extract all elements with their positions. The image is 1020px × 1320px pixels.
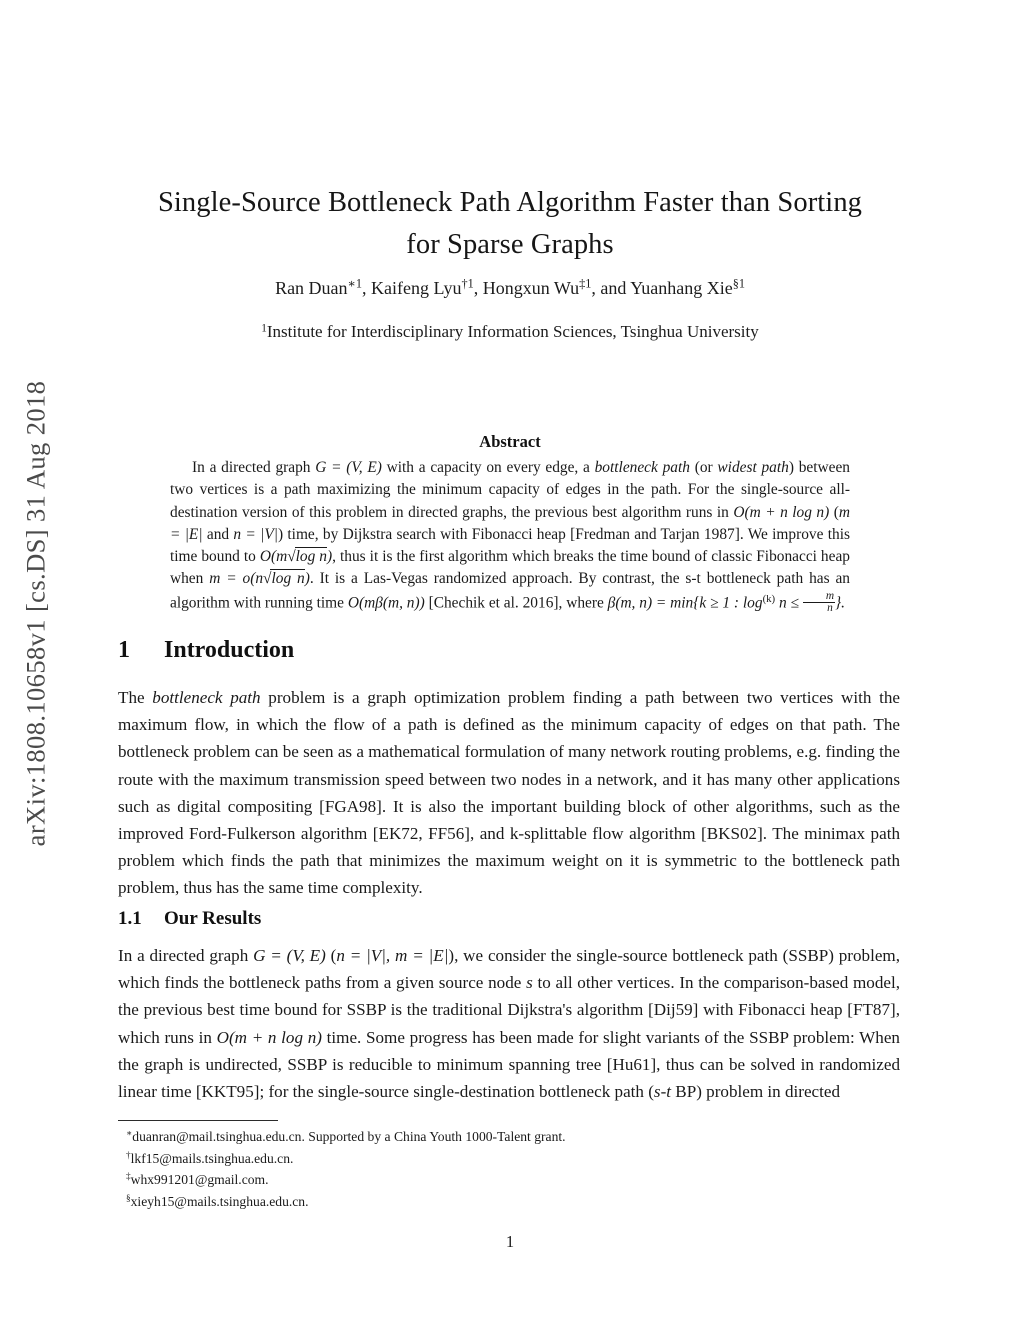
section-heading-introduction: 1 Introduction — [118, 637, 294, 664]
abs-em-widest-path: widest path — [717, 459, 789, 476]
abs-em-bottleneck-path: bottleneck path — [594, 459, 690, 476]
footnote-item: ∗duanran@mail.tsinghua.edu.cn. Supported… — [126, 1126, 896, 1148]
page-title: Single-Source Bottleneck Path Algorithm … — [140, 182, 880, 266]
footnote-separator — [118, 1120, 278, 1121]
res-t2: ( — [325, 946, 337, 965]
author-name-1: Ran Duan — [275, 278, 348, 298]
section-number: 1 — [118, 637, 130, 663]
abs-math-beta-def-pre: β(m, n) = min{k ≥ 1 : log — [607, 594, 763, 612]
abs-t3: (or — [689, 459, 718, 476]
author-sep-3: , and — [591, 278, 631, 298]
abs-math-fraction-m-over-n: mn — [802, 590, 836, 615]
title-line-1: Single-Source Bottleneck Path Algorithm … — [157, 187, 863, 218]
intro-t2: problem is a graph optimization problem … — [118, 688, 900, 898]
subsection-number: 1.1 — [118, 908, 142, 929]
author-name-4: Yuanhang Xie — [630, 278, 733, 298]
abs-math-beta-def-mid: n ≤ — [775, 594, 803, 612]
abs-t6: and — [202, 525, 234, 543]
introduction-paragraph: The bottleneck path problem is a graph o… — [118, 684, 900, 902]
abs-math-sparse-radicand: log n — [270, 569, 305, 588]
footnote-item: §xieyh15@mails.tsinghua.edu.cn. — [126, 1191, 896, 1213]
abs-math-new-bound-radicand: log n — [294, 547, 328, 566]
affiliation-text: Institute for Interdisciplinary Informat… — [266, 322, 759, 341]
abs-t1: In a directed graph — [192, 459, 316, 476]
abs-math-sparse-pre: m = o(n — [209, 570, 264, 588]
author-sep-1: , — [361, 278, 371, 298]
author-marks-4: §1 — [732, 276, 745, 291]
abs-math-beta-def-post: }. — [835, 594, 846, 612]
author-list: Ran Duan∗1, Kaifeng Lyu†1, Hongxun Wu‡1,… — [140, 276, 880, 299]
intro-em-bottleneck-path: bottleneck path — [152, 688, 261, 707]
author-marks-1: ∗1 — [347, 276, 362, 291]
paper-page: arXiv:1808.10658v1 [cs.DS] 31 Aug 2018 S… — [0, 0, 1020, 1320]
subsection-label: Our Results — [164, 908, 262, 929]
abs-math-prev-bound: O(m + n log n) — [733, 503, 830, 521]
res-t1: In a directed graph — [118, 946, 254, 965]
author-name-3: Hongxun Wu — [482, 278, 580, 298]
footnote-text: duanran@mail.tsinghua.edu.cn. Supported … — [132, 1129, 566, 1144]
section-heading-our-results: 1.1 Our Results — [118, 908, 261, 930]
abstract-body: In a directed graph G = (V, E) with a ca… — [170, 457, 850, 615]
abs-math-n-def: n = |V| — [233, 525, 278, 543]
author-marks-2: †1 — [461, 276, 474, 291]
intro-t1: The — [118, 688, 153, 707]
abs-t10: [Chechik et al. 2016], where — [424, 594, 608, 612]
footnote-text: lkf15@mails.tsinghua.edu.cn. — [130, 1150, 294, 1166]
res-math-source-node: s — [526, 973, 533, 993]
abstract-paragraph: In a directed graph G = (V, E) with a ca… — [170, 457, 850, 615]
abs-math-beta-bound: O(mβ(m, n)) — [347, 594, 425, 612]
res-math-st: s-t — [653, 1082, 672, 1102]
res-math-dijkstra-bound: O(m + n log n) — [216, 1027, 322, 1047]
our-results-paragraph: In a directed graph G = (V, E) (n = |V|,… — [118, 942, 900, 1105]
author-name-2: Kaifeng Lyu — [370, 278, 462, 298]
abstract-heading: Abstract — [479, 432, 541, 451]
page-number: 1 — [505, 1232, 515, 1251]
footnote-list: ∗duanran@mail.tsinghua.edu.cn. Supported… — [126, 1126, 896, 1212]
author-sep-2: , — [473, 278, 483, 298]
footnote-text: whx991201@gmail.com. — [130, 1172, 269, 1187]
arxiv-stamp: arXiv:1808.10658v1 [cs.DS] 31 Aug 2018 — [20, 380, 51, 847]
abs-math-new-bound-pre: O(m — [259, 548, 288, 566]
abs-t5: ( — [829, 503, 839, 521]
res-math-nm: n = |V|, m = |E| — [336, 946, 449, 965]
abs-math-graph: G = (V, E) — [315, 459, 382, 476]
section-label: Introduction — [164, 637, 295, 663]
footnote-item: ‡whx991201@gmail.com. — [126, 1169, 896, 1191]
footnote-item: †lkf15@mails.tsinghua.edu.cn. — [126, 1148, 896, 1170]
res-math-graph: G = (V, E) — [253, 946, 326, 965]
fraction-denominator: n — [827, 602, 833, 615]
res-t6: BP) problem in directed — [671, 1082, 841, 1102]
author-marks-3: ‡1 — [579, 276, 592, 291]
affiliation: 1Institute for Interdisciplinary Informa… — [140, 322, 880, 342]
abs-t2: with a capacity on every edge, a — [381, 459, 595, 476]
title-line-2: for Sparse Graphs — [406, 229, 614, 260]
abs-math-log-superscript: (k) — [762, 592, 776, 605]
footnote-text: xieyh15@mails.tsinghua.edu.cn. — [130, 1193, 309, 1209]
